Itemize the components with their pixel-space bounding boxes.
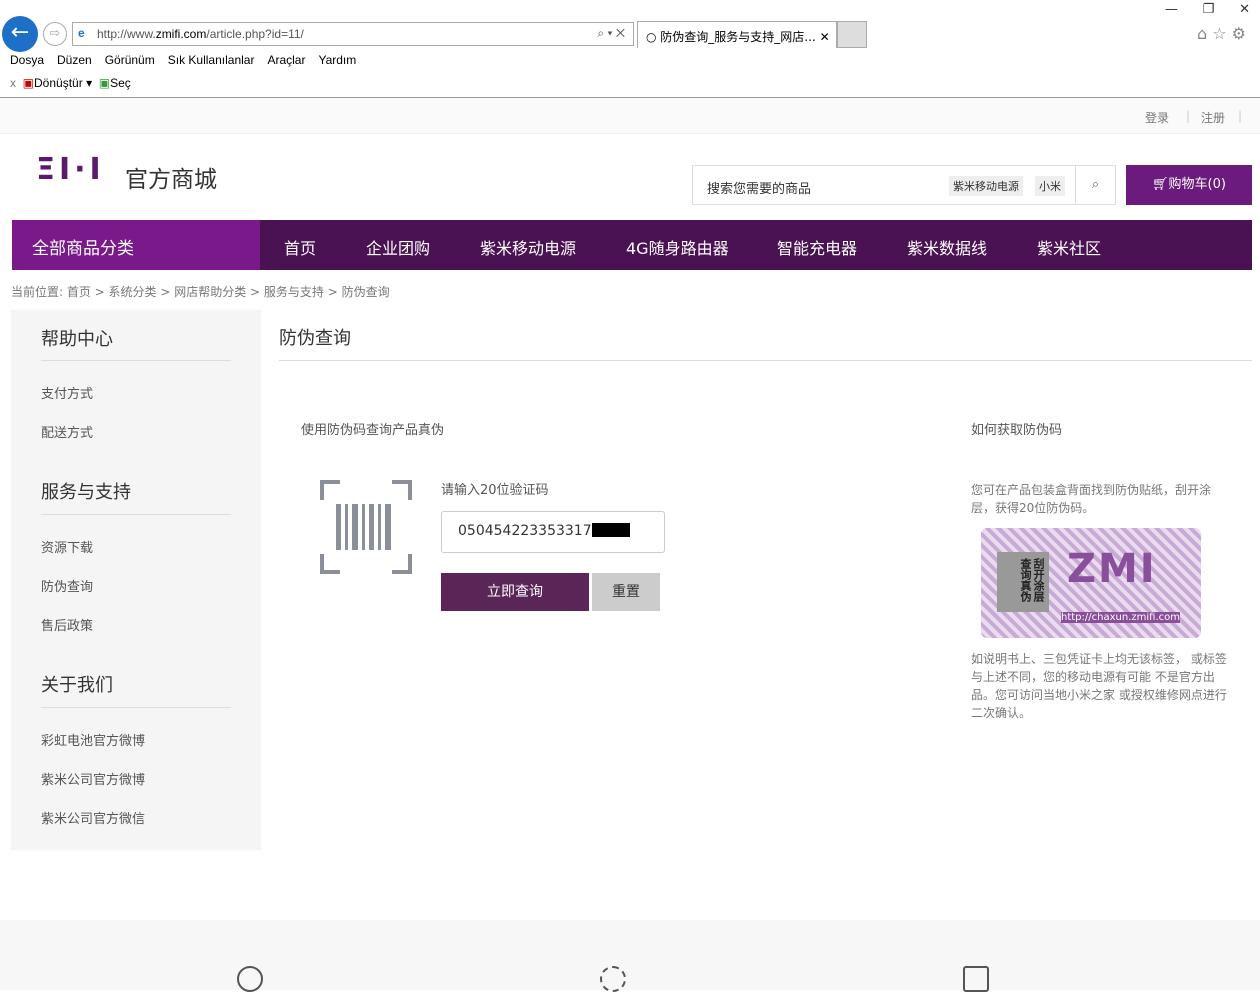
forward-button[interactable]: ⇨ — [43, 22, 67, 46]
divider — [41, 514, 231, 515]
search-icon[interactable]: ⌕ — [1075, 166, 1115, 204]
toolbar-close[interactable]: x — [10, 76, 16, 90]
sidebar-item-downloads[interactable]: 资源下载 — [41, 537, 93, 556]
sidebar-item-after-sales[interactable]: 售后政策 — [41, 615, 93, 634]
nav-group-buy[interactable]: 企业团购 — [366, 235, 430, 259]
sidebar-item-weibo-rainbow[interactable]: 彩虹电池官方微博 — [41, 730, 145, 749]
sidebar-item-wechat[interactable]: 紫米公司官方微信 — [41, 808, 145, 827]
redaction — [591, 523, 630, 537]
url-path: /article.php?id=11/ — [206, 27, 304, 41]
sidebar-heading: 帮助中心 — [41, 329, 113, 350]
nav-cable[interactable]: 紫米数据线 — [907, 235, 987, 259]
section-subtitle: 使用防伪码查询产品真伪 — [301, 423, 445, 438]
menu-tools[interactable]: Araçlar — [267, 53, 305, 67]
menu-bar: Dosya Düzen Görünüm Sık Kullanılanlar Araçla… — [10, 53, 369, 67]
sidebar-item-anti-fake[interactable]: 防伪查询 — [41, 576, 93, 595]
top-bar: 登录 | 注册 | — [0, 98, 1260, 134]
nav-community[interactable]: 紫米社区 — [1037, 235, 1101, 259]
barcode-icon — [320, 480, 412, 574]
ie-icon: e — [78, 26, 85, 40]
window-controls[interactable]: — ❐ ✕ — [1165, 2, 1250, 17]
divider — [279, 360, 1252, 361]
login-link[interactable]: 登录 — [1145, 109, 1169, 126]
home-star-gear-icons[interactable]: ⌂ ☆ ⚙ — [1197, 24, 1246, 43]
register-link[interactable]: 注册 — [1201, 109, 1225, 126]
search-keyword[interactable]: 小米 — [1035, 176, 1065, 196]
menu-view[interactable]: Görünüm — [105, 53, 155, 67]
search-keyword[interactable]: 紫米移动电源 — [949, 176, 1023, 196]
pdf-icon: ▣ — [22, 76, 35, 90]
menu-edit[interactable]: Düzen — [57, 53, 92, 67]
browser-chrome: ← ⇨ e http://www.zmifi.com/article.php?i… — [0, 0, 1260, 98]
sidebar-item-delivery[interactable]: 配送方式 — [41, 422, 93, 441]
sidebar: 帮助中心 支付方式 配送方式 服务与支持 资源下载 防伪查询 售后政策 关于我们… — [11, 310, 261, 850]
loading-icon: ○ — [646, 30, 661, 44]
query-button[interactable]: 立即查询 — [441, 573, 589, 611]
search-close-icons[interactable]: ⌕ ▾ ✕ — [597, 26, 625, 41]
nav-home[interactable]: 首页 — [284, 235, 316, 259]
reset-button[interactable]: 重置 — [592, 573, 660, 611]
cart-button[interactable]: 🛒︎购物车(0) — [1126, 165, 1252, 205]
url-prefix: http://www. — [97, 27, 156, 41]
logo[interactable]: ΞI·I — [36, 152, 105, 187]
breadcrumb: 当前位置: 首页 > 系统分类 > 网店帮助分类 > 服务与支持 > 防伪查询 — [11, 285, 390, 299]
dropdown-icon[interactable]: ▾ — [86, 76, 92, 90]
all-categories[interactable]: 全部商品分类 — [12, 220, 260, 270]
menu-favorites[interactable]: Sık Kullanılanlar — [168, 53, 255, 67]
select-icon: ▣ — [98, 76, 111, 90]
divider: | — [1186, 109, 1191, 123]
tab-close-icon[interactable]: ✕ — [820, 30, 830, 44]
sidebar-item-weibo-zmi[interactable]: 紫米公司官方微博 — [41, 769, 145, 788]
divider — [41, 707, 231, 708]
convert-button[interactable]: Dönüştür — [34, 76, 83, 90]
cart-label: 购物车(0) — [1168, 177, 1226, 192]
help-intro: 您可在产品包装盒背面找到防伪贴纸，刮开涂层，获得20位防伪码。 — [971, 483, 1212, 515]
search-box[interactable]: 搜索您需要的商品 紫米移动电源 小米 ⌕ — [692, 165, 1116, 205]
code-input[interactable]: 050454223353317 — [441, 511, 665, 553]
back-button[interactable]: ← — [2, 16, 38, 52]
tab-active[interactable]: ○ 防伪查询_服务与支持_网店... ✕ — [637, 21, 837, 48]
help-note: 如说明书上、三包凭证卡上均无该标签， 或标签与上述不同，您的移动电源有可能 不是… — [971, 652, 1227, 720]
pdf-toolbar: x ▣Dönüştür ▾ ▣Seç — [10, 76, 131, 90]
sidebar-item-payment[interactable]: 支付方式 — [41, 383, 93, 402]
divider: | — [1238, 109, 1243, 123]
label-brand: ZMI — [1067, 546, 1157, 592]
new-tab-button[interactable] — [837, 21, 867, 48]
select-button[interactable]: Seç — [110, 76, 131, 90]
search-input[interactable]: 搜索您需要的商品 — [707, 178, 811, 197]
refresh-icon — [600, 966, 626, 992]
nav-router[interactable]: 4G随身路由器 — [626, 235, 729, 259]
nav-charger[interactable]: 智能充电器 — [777, 235, 857, 259]
cart-icon: 🛒︎ — [1152, 177, 1169, 192]
footer — [0, 920, 1260, 990]
sidebar-heading: 服务与支持 — [41, 482, 131, 503]
page-title: 防伪查询 — [279, 328, 351, 349]
gift-icon — [963, 966, 989, 992]
logo-subtitle: 官方商城 — [125, 167, 217, 193]
clock-icon — [237, 966, 263, 992]
help-title: 如何获取防伪码 — [971, 423, 1063, 438]
main-nav: 全部商品分类 首页 企业团购 紫米移动电源 4G随身路由器 智能充电器 紫米数据… — [12, 220, 1252, 270]
sidebar-heading: 关于我们 — [41, 675, 113, 696]
code-value: 050454223353317 — [458, 523, 592, 539]
label-url: http://chaxun.zmifi.com — [1061, 612, 1180, 623]
menu-file[interactable]: Dosya — [10, 53, 44, 67]
divider — [41, 360, 231, 361]
tab-title: 防伪查询_服务与支持_网店... — [660, 30, 816, 44]
address-bar[interactable]: e http://www.zmifi.com/article.php?id=11… — [72, 22, 634, 46]
nav-power-bank[interactable]: 紫米移动电源 — [480, 235, 576, 259]
scratch-area: 刮开涂层查询真伪 — [997, 552, 1049, 612]
anti-fake-label-image: 刮开涂层查询真伪 ZMI http://chaxun.zmifi.com — [981, 528, 1201, 638]
menu-help[interactable]: Yardım — [318, 53, 356, 67]
url-domain: zmifi.com — [155, 27, 207, 41]
input-label: 请输入20位验证码 — [441, 483, 549, 498]
